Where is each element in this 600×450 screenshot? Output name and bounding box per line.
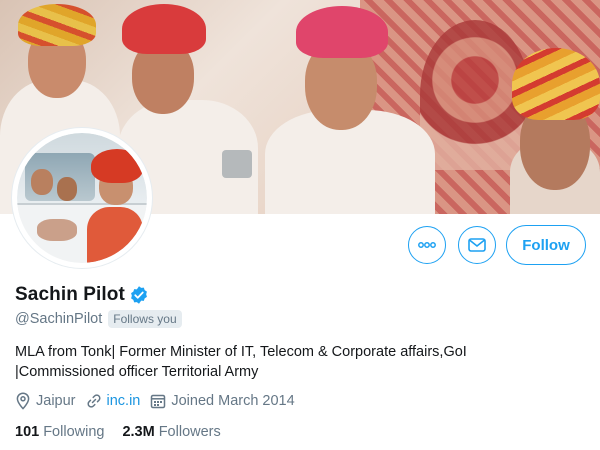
- message-button[interactable]: [458, 226, 496, 264]
- joined-item: Joined March 2014: [150, 393, 295, 409]
- profile-avatar[interactable]: [12, 128, 152, 268]
- calendar-icon: [151, 394, 166, 409]
- profile-bio: MLA from Tonk| Former Minister of IT, Te…: [15, 342, 585, 382]
- location-item: Jaipur: [15, 392, 76, 410]
- joined-date: Joined March 2014: [171, 393, 295, 409]
- user-handle: @SachinPilot: [15, 311, 103, 327]
- name-row: Sachin Pilot: [15, 284, 149, 306]
- followers-count: 2.3M: [122, 424, 155, 440]
- follow-button[interactable]: Follow: [506, 225, 586, 265]
- verified-badge-icon: [131, 286, 147, 304]
- profile-meta: Jaipur inc.in Joined March 2014: [15, 392, 305, 410]
- website-link[interactable]: inc.in: [107, 393, 141, 409]
- followers-label: Followers: [158, 424, 221, 440]
- follow-stats: 101 Following 2.3M Followers: [15, 424, 239, 440]
- bio-line: |Commissioned officer Territorial Army: [15, 364, 259, 380]
- avatar-person-body: [87, 207, 143, 263]
- follows-you-badge: Follows you: [108, 310, 182, 328]
- location-pin-icon: [16, 392, 30, 410]
- avatar-photo: [17, 133, 147, 263]
- website-item[interactable]: inc.in: [86, 393, 141, 409]
- display-name: Sachin Pilot: [15, 284, 125, 305]
- more-options-button[interactable]: [408, 226, 446, 264]
- avatar-crowd-face: [31, 169, 53, 195]
- handle-row: @SachinPilot Follows you: [15, 310, 182, 328]
- envelope-icon: [468, 238, 486, 252]
- bio-line: MLA from Tonk| Former Minister of IT, Te…: [15, 344, 467, 360]
- following-count: 101: [15, 424, 40, 440]
- followers-stat[interactable]: 2.3M Followers: [122, 424, 220, 440]
- avatar-crowd-face: [57, 177, 77, 201]
- location-text: Jaipur: [36, 393, 76, 409]
- avatar-person-turban: [91, 149, 143, 183]
- following-label: Following: [43, 424, 105, 440]
- link-icon: [86, 394, 101, 408]
- more-options-icon: [418, 242, 436, 248]
- avatar-handshake: [37, 219, 77, 241]
- following-stat[interactable]: 101 Following: [15, 424, 104, 440]
